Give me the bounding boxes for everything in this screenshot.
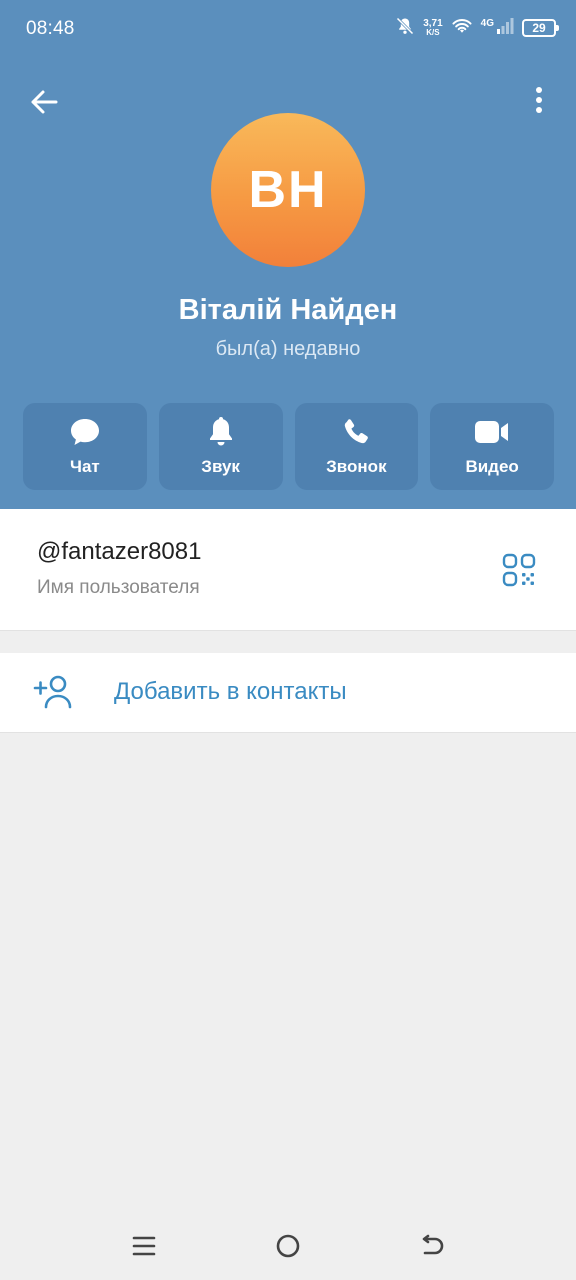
username-card[interactable]: @fantazer8081 Имя пользователя xyxy=(0,509,576,630)
system-navigation-bar xyxy=(0,1215,576,1280)
video-button-label: Видео xyxy=(465,457,519,476)
signal-icon xyxy=(496,17,514,40)
profile-name: Віталій Найден xyxy=(178,294,398,326)
recent-apps-button[interactable] xyxy=(127,1233,161,1263)
call-button[interactable]: Звонок xyxy=(294,403,419,490)
back-arrow-icon xyxy=(419,1234,445,1263)
bell-icon xyxy=(207,417,235,447)
net-speed: 3,71 K/S xyxy=(423,18,443,38)
more-options-button[interactable] xyxy=(524,84,554,120)
add-user-icon xyxy=(33,674,73,710)
back-nav-button[interactable] xyxy=(415,1233,449,1263)
status-time: 08:48 xyxy=(26,18,75,39)
net-speed-value: 3,71 xyxy=(423,18,443,29)
qr-code-button[interactable] xyxy=(502,553,536,587)
arrow-left-icon xyxy=(29,89,59,120)
net-speed-unit: K/S xyxy=(426,28,440,37)
phone-icon xyxy=(341,417,371,447)
video-button[interactable]: Видео xyxy=(430,403,554,490)
username-label: Имя пользователя xyxy=(37,577,200,598)
network-type: 4G xyxy=(480,17,494,29)
profile-header: 08:48 3,71 K/S 4G 29 ВН Віталій Найден б… xyxy=(0,0,576,509)
status-icons: 3,71 K/S 4G 29 xyxy=(395,14,559,42)
home-button[interactable] xyxy=(271,1233,305,1263)
sound-button[interactable]: Звук xyxy=(158,403,283,490)
back-button[interactable] xyxy=(26,86,62,122)
battery-indicator: 29 xyxy=(522,19,559,37)
chat-button-label: Чат xyxy=(70,457,100,476)
section-divider xyxy=(0,630,576,653)
action-buttons: Чат Звук Звонок Видео xyxy=(23,403,554,490)
chat-bubble-icon xyxy=(69,417,101,447)
qr-code-icon xyxy=(502,553,536,591)
battery-level: 29 xyxy=(532,21,546,35)
profile-last-seen: был(а) недавно xyxy=(215,338,361,360)
more-vertical-icon xyxy=(535,86,543,119)
call-button-label: Звонок xyxy=(326,457,387,476)
home-circle-icon xyxy=(275,1233,301,1264)
add-to-contacts-button[interactable]: Добавить в контакты xyxy=(0,653,576,733)
video-camera-icon xyxy=(474,417,510,447)
chat-button[interactable]: Чат xyxy=(23,403,147,490)
wifi-icon xyxy=(451,17,473,40)
sound-button-label: Звук xyxy=(201,457,240,476)
muted-bell-icon xyxy=(395,16,415,41)
username-value: @fantazer8081 xyxy=(37,538,202,565)
avatar-initials: ВН xyxy=(248,161,328,219)
add-to-contacts-label: Добавить в контакты xyxy=(114,678,347,705)
menu-lines-icon xyxy=(132,1235,156,1262)
status-bar: 08:48 3,71 K/S 4G 29 xyxy=(0,0,576,58)
avatar[interactable]: ВН xyxy=(211,113,365,267)
